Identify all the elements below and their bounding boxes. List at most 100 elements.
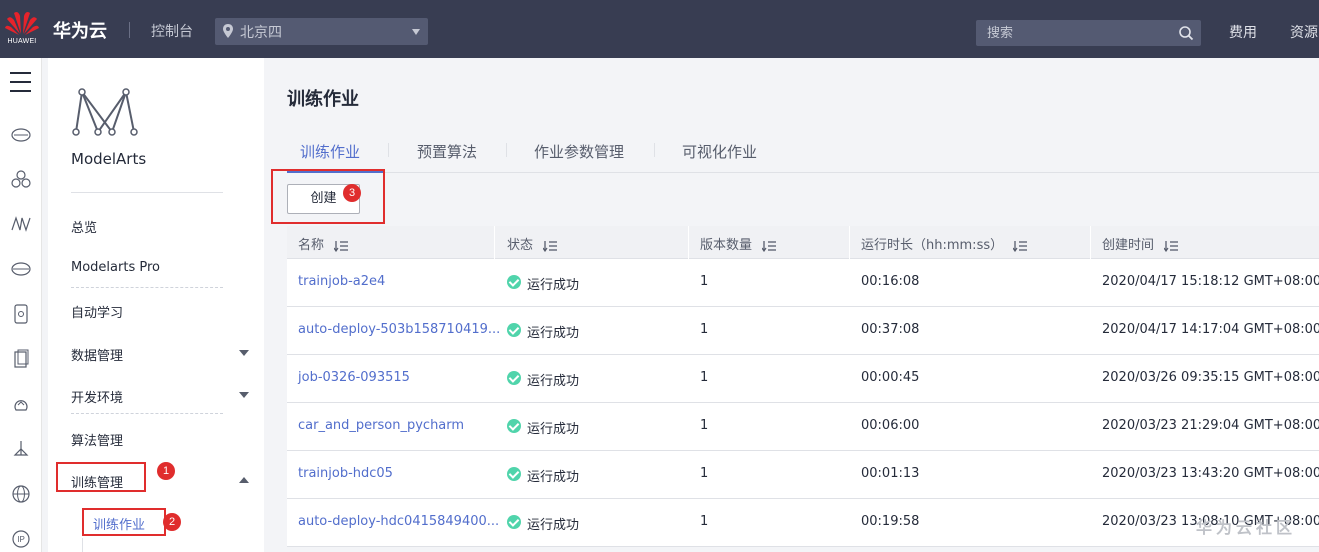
sort-icon[interactable] bbox=[762, 240, 777, 252]
cluster-icon[interactable] bbox=[11, 169, 31, 189]
cloud-sync-icon[interactable] bbox=[11, 394, 31, 414]
column-divider bbox=[849, 226, 850, 259]
table-row: auto-deploy-hdc0415849400... 运行成功 1 00:1… bbox=[287, 499, 1319, 547]
huawei-logo[interactable]: HUAWEI bbox=[4, 10, 40, 50]
search-icon[interactable] bbox=[1178, 25, 1194, 41]
chevron-up-icon[interactable] bbox=[239, 477, 249, 483]
resources-menu[interactable]: 资源 bbox=[1290, 22, 1319, 42]
tab-job-parameters[interactable]: 作业参数管理 bbox=[534, 141, 624, 162]
document-icon[interactable] bbox=[11, 349, 31, 369]
sort-icon[interactable] bbox=[1013, 240, 1028, 252]
search-input[interactable] bbox=[976, 20, 1176, 46]
table-row: trainjob-hdc05 运行成功 1 00:01:13 2020/03/2… bbox=[287, 451, 1319, 499]
run-duration: 00:00:45 bbox=[861, 370, 920, 385]
anchor-icon[interactable] bbox=[11, 439, 31, 459]
sidebar-item-modelarts-pro[interactable]: Modelarts Pro bbox=[71, 260, 160, 275]
sort-icon[interactable] bbox=[543, 240, 558, 252]
sort-icon[interactable] bbox=[334, 240, 349, 252]
success-check-icon bbox=[507, 371, 521, 385]
column-label: 创建时间 bbox=[1102, 238, 1155, 253]
ip-icon[interactable]: IP bbox=[11, 529, 31, 549]
modelarts-rail-icon[interactable] bbox=[11, 214, 31, 234]
sidebar-item-data-management[interactable]: 数据管理 bbox=[71, 345, 123, 364]
tab-training-jobs[interactable]: 训练作业 bbox=[300, 141, 360, 162]
job-name-link[interactable]: trainjob-a2e4 bbox=[298, 274, 385, 289]
sidebar-item-algorithm-management[interactable]: 算法管理 bbox=[71, 430, 123, 449]
search-box bbox=[976, 20, 1201, 46]
success-check-icon bbox=[507, 467, 521, 481]
column-header-status[interactable]: 状态 bbox=[507, 234, 558, 253]
svg-text:IP: IP bbox=[17, 535, 25, 544]
location-pin-icon bbox=[223, 24, 233, 38]
column-label: 运行时长（hh:mm:ss） bbox=[861, 238, 1004, 253]
column-header-name[interactable]: 名称 bbox=[298, 234, 349, 253]
job-name-link[interactable]: auto-deploy-503b158710419... bbox=[298, 322, 500, 337]
column-label: 版本数量 bbox=[700, 238, 753, 253]
sidebar-item-auto-learning[interactable]: 自动学习 bbox=[71, 302, 123, 321]
table-row: car_and_person_pycharm 运行成功 1 00:06:00 2… bbox=[287, 403, 1319, 451]
tab-divider bbox=[388, 143, 389, 157]
tab-bar: 训练作业 预置算法 作业参数管理 可视化作业 bbox=[287, 138, 1319, 173]
highlight-box-1 bbox=[56, 462, 146, 492]
logo-text: HUAWEI bbox=[7, 38, 37, 45]
hamburger-menu-icon[interactable] bbox=[10, 72, 31, 99]
job-status: 运行成功 bbox=[527, 518, 580, 533]
globe-icon[interactable] bbox=[11, 484, 31, 504]
column-label: 状态 bbox=[507, 238, 534, 253]
table-row: job-0326-093515 运行成功 1 00:00:45 2020/03/… bbox=[287, 355, 1319, 403]
job-status: 运行成功 bbox=[527, 326, 580, 341]
version-count: 1 bbox=[700, 418, 709, 433]
sort-icon[interactable] bbox=[1164, 240, 1179, 252]
brand-name[interactable]: 华为云 bbox=[53, 17, 107, 43]
tab-preset-algorithms[interactable]: 预置算法 bbox=[417, 141, 477, 162]
sidebar-item-dev-environment[interactable]: 开发环境 bbox=[71, 387, 123, 406]
sidebar-item-overview[interactable]: 总览 bbox=[71, 217, 97, 236]
main-content: 训练作业 训练作业 预置算法 作业参数管理 可视化作业 创建 3 名称 状态 版… bbox=[265, 58, 1319, 552]
sidebar-dashed-divider bbox=[71, 413, 223, 414]
column-label: 名称 bbox=[298, 238, 325, 253]
chevron-down-icon[interactable] bbox=[239, 392, 249, 398]
column-header-created[interactable]: 创建时间 bbox=[1102, 234, 1179, 253]
success-check-icon bbox=[507, 323, 521, 337]
region-value: 北京四 bbox=[240, 25, 282, 41]
mobile-icon[interactable] bbox=[11, 304, 31, 324]
tab-divider bbox=[506, 143, 507, 157]
version-count: 1 bbox=[700, 466, 709, 481]
created-time: 2020/03/23 13:43:20 GMT+08:00 bbox=[1102, 466, 1319, 481]
column-header-duration[interactable]: 运行时长（hh:mm:ss） bbox=[861, 234, 1028, 253]
success-check-icon bbox=[507, 275, 521, 289]
region-select[interactable]: 北京四 bbox=[215, 18, 428, 45]
job-name-link[interactable]: trainjob-hdc05 bbox=[298, 466, 393, 481]
fee-menu[interactable]: 费用 bbox=[1229, 22, 1257, 42]
job-name-link[interactable]: auto-deploy-hdc0415849400... bbox=[298, 514, 499, 529]
sidebar-dashed-divider bbox=[71, 287, 223, 288]
created-time: 2020/04/17 14:17:04 GMT+08:00 bbox=[1102, 322, 1319, 337]
run-duration: 00:16:08 bbox=[861, 274, 920, 289]
chevron-down-icon[interactable] bbox=[239, 350, 249, 356]
job-name-link[interactable]: car_and_person_pycharm bbox=[298, 418, 464, 433]
service-icon-rail: IP bbox=[0, 58, 42, 552]
column-header-versions[interactable]: 版本数量 bbox=[700, 234, 777, 253]
subitem-connector bbox=[82, 538, 83, 552]
version-count: 1 bbox=[700, 274, 709, 289]
job-name-link[interactable]: job-0326-093515 bbox=[298, 370, 410, 385]
highlight-box-2 bbox=[82, 508, 166, 536]
console-link[interactable]: 控制台 bbox=[151, 21, 193, 41]
chevron-down-icon bbox=[412, 29, 420, 35]
tab-visualization-jobs[interactable]: 可视化作业 bbox=[682, 141, 757, 162]
step-badge-1: 1 bbox=[157, 462, 175, 480]
cloud-service-icon[interactable] bbox=[11, 124, 31, 144]
storage-icon[interactable] bbox=[11, 259, 31, 279]
created-time: 2020/04/17 15:18:12 GMT+08:00 bbox=[1102, 274, 1319, 289]
header-divider bbox=[129, 22, 130, 38]
success-check-icon bbox=[507, 419, 521, 433]
step-badge-2: 2 bbox=[163, 513, 181, 531]
created-time: 2020/03/23 21:29:04 GMT+08:00 bbox=[1102, 418, 1319, 433]
highlight-box-3 bbox=[271, 169, 385, 224]
run-duration: 00:01:13 bbox=[861, 466, 920, 481]
table-row: trainjob-a2e4 运行成功 1 00:16:08 2020/04/17… bbox=[287, 259, 1319, 307]
version-count: 1 bbox=[700, 514, 709, 529]
table-header: 名称 状态 版本数量 运行时长（hh:mm:ss） 创建时间 bbox=[287, 226, 1319, 259]
version-count: 1 bbox=[700, 370, 709, 385]
column-divider bbox=[688, 226, 689, 259]
